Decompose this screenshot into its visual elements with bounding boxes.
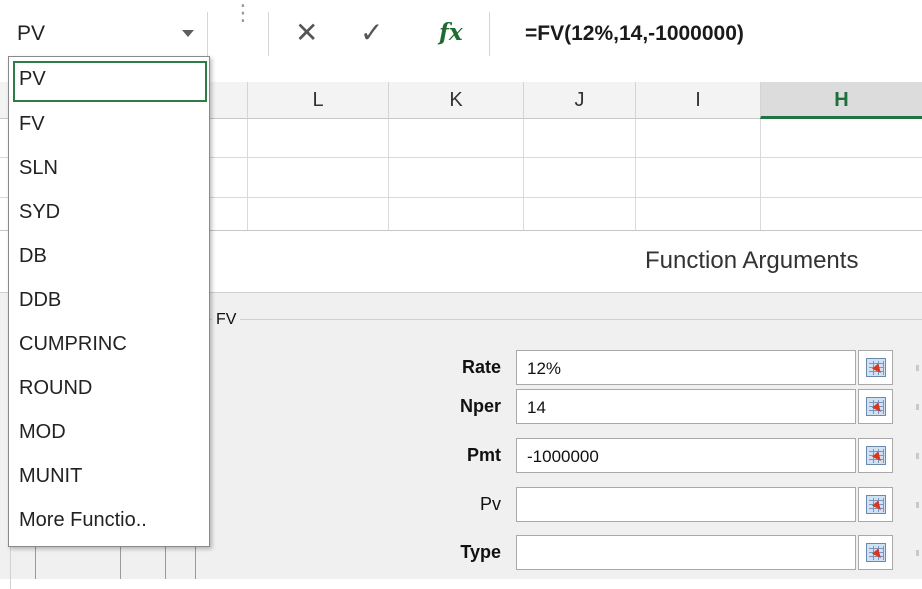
type-label: Type: [460, 542, 501, 562]
dropdown-item-cumprinc[interactable]: CUMPRINC: [13, 326, 207, 367]
grid-col-line: [388, 119, 389, 230]
column-header-J[interactable]: J: [523, 82, 635, 119]
rate-result-marker: [916, 365, 919, 371]
type-field[interactable]: [516, 535, 856, 570]
formula-text: =FV(12%,14,-1000000): [525, 22, 744, 45]
nper-result-marker: [916, 404, 919, 410]
column-header-H[interactable]: H: [760, 82, 922, 119]
name-box-value: PV: [17, 22, 46, 45]
type-range-button[interactable]: [858, 535, 893, 570]
dropdown-item-ddb[interactable]: DDB: [13, 282, 207, 323]
collapse-dialog-icon: [866, 495, 886, 514]
nper-range-button[interactable]: [858, 389, 893, 424]
pv-label: Pv: [479, 494, 501, 514]
rate-field[interactable]: 12%: [516, 350, 856, 385]
pmt-field[interactable]: -1000000: [516, 438, 856, 473]
dropdown-item-fv[interactable]: FV: [13, 106, 207, 147]
column-header-spacer: [205, 82, 247, 119]
cancel-icon[interactable]: ✕: [295, 16, 318, 49]
rate-label: Rate: [461, 357, 501, 377]
formula-input[interactable]: =FV(12%,14,-1000000): [510, 12, 922, 56]
enter-check-icon[interactable]: ✓: [360, 16, 383, 49]
chevron-down-icon[interactable]: [182, 30, 194, 37]
nper-label: Nper: [459, 396, 501, 416]
dropdown-item-more-functions[interactable]: More Functio..: [13, 502, 207, 543]
pmt-result-marker: [916, 453, 919, 459]
dropdown-item-syd[interactable]: SYD: [13, 194, 207, 235]
rate-range-button[interactable]: [858, 350, 893, 385]
function-name-label: FV: [212, 311, 241, 329]
pmt-label: Pmt: [466, 445, 501, 465]
dropdown-item-munit[interactable]: MUNIT: [13, 458, 207, 499]
grid-col-line: [523, 119, 524, 230]
collapse-dialog-icon: [866, 397, 886, 416]
column-header-L[interactable]: L: [247, 82, 388, 119]
pmt-range-button[interactable]: [858, 438, 893, 473]
grid-col-line: [635, 119, 636, 230]
pv-field[interactable]: [516, 487, 856, 522]
grid-col-line: [760, 119, 761, 230]
drag-handle-icon[interactable]: ⋮: [232, 2, 254, 24]
collapse-dialog-icon: [866, 358, 886, 377]
column-header-K[interactable]: K: [388, 82, 523, 119]
pv-result-marker: [916, 502, 919, 508]
grid-col-line: [247, 119, 248, 230]
dialog-title: Function Arguments: [645, 247, 859, 274]
dropdown-item-round[interactable]: ROUND: [13, 370, 207, 411]
dropdown-item-sln[interactable]: SLN: [13, 150, 207, 191]
name-box[interactable]: PV: [0, 12, 208, 56]
column-header-I[interactable]: I: [635, 82, 760, 119]
collapse-dialog-icon: [866, 446, 886, 465]
dropdown-item-mod[interactable]: MOD: [13, 414, 207, 455]
type-result-marker: [916, 550, 919, 556]
nper-field[interactable]: 14: [516, 389, 856, 424]
dropdown-item-db[interactable]: DB: [13, 238, 207, 279]
recent-functions-dropdown: PV FV SLN SYD DB DDB CUMPRINC ROUND MOD …: [8, 56, 210, 547]
collapse-dialog-icon: [866, 543, 886, 562]
formula-buttons: ✕ ✓ fx: [268, 12, 490, 56]
dropdown-item-pv[interactable]: PV: [13, 61, 207, 102]
pv-range-button[interactable]: [858, 487, 893, 522]
insert-function-icon[interactable]: fx: [439, 19, 463, 46]
